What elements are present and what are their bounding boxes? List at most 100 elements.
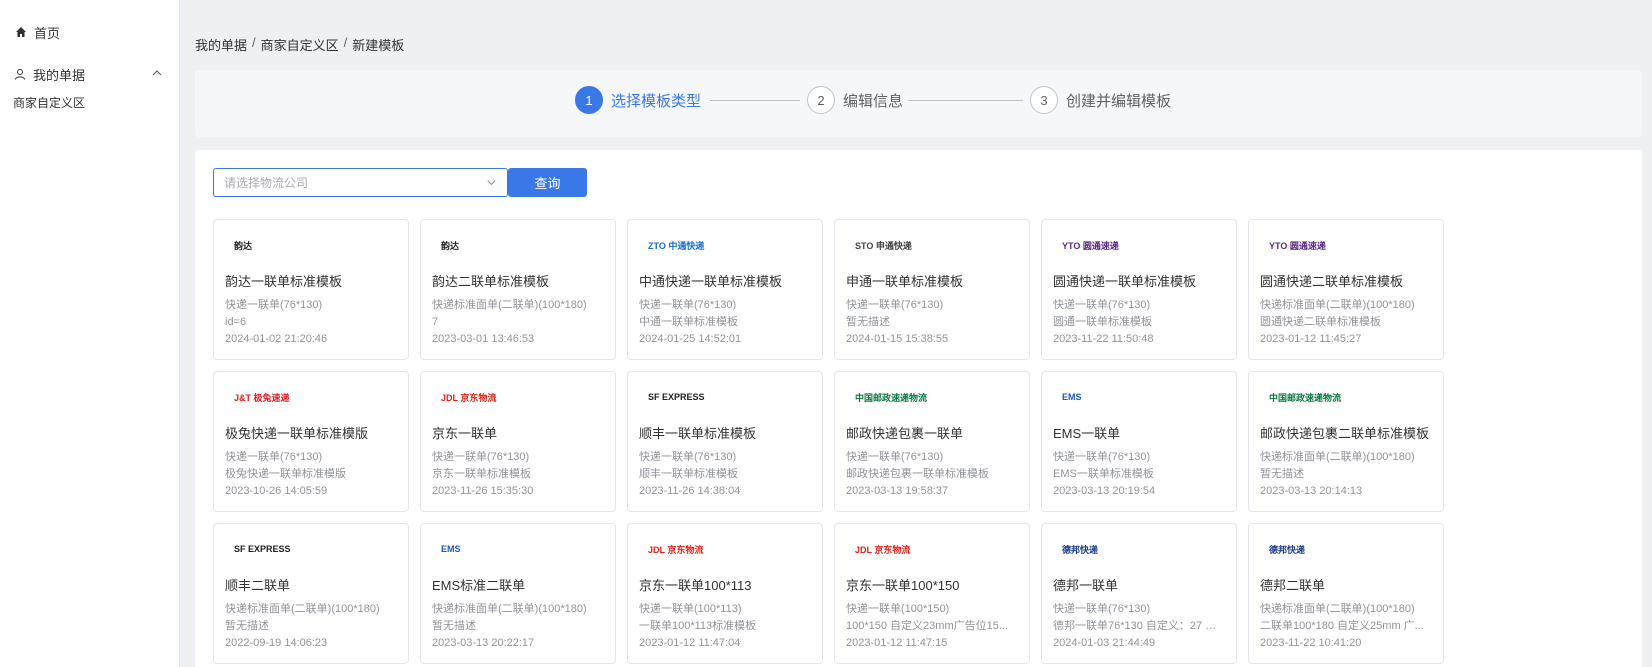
template-timestamp: 2023-03-13 20:22:17 (432, 637, 535, 649)
step-edit-info: 2 编辑信息 (807, 86, 903, 114)
template-title: 京东一联单 (432, 426, 498, 441)
template-timestamp: 2023-03-13 19:58:37 (846, 485, 949, 497)
template-title: 中通快递一联单标准模板 (639, 274, 783, 289)
template-paper-type: 快递一联单(76*130) (1053, 451, 1151, 463)
step-connector (710, 100, 800, 101)
template-title: 德邦一联单 (1053, 578, 1119, 593)
template-timestamp: 2023-03-13 20:14:13 (1260, 485, 1363, 497)
template-description: 7 (432, 316, 439, 328)
carrier-logo: ZTO 中通快递 (648, 240, 705, 251)
template-paper-type: 快递一联单(76*130) (846, 299, 944, 311)
template-paper-type: 快递标准面单(二联单)(100*180) (432, 299, 587, 311)
step-create-template: 3 创建并编辑模板 (1030, 86, 1171, 114)
template-paper-type: 快递一联单(76*130) (639, 451, 737, 463)
template-description: 暂无描述 (225, 620, 269, 632)
template-timestamp: 2023-11-22 11:50:48 (1053, 333, 1154, 345)
template-paper-type: 快递标准面单(二联单)(100*180) (432, 603, 587, 615)
template-card[interactable]: JDL 京东物流 京东一联单100*150 快递一联单(100*150) 100… (834, 523, 1030, 664)
template-card[interactable]: STO 申通快递 申通一联单标准模板 快递一联单(76*130) 暂无描述 20… (834, 219, 1030, 360)
breadcrumb-separator: / (252, 35, 256, 50)
chevron-up-icon[interactable] (151, 67, 163, 82)
step-number: 1 (575, 86, 603, 114)
carrier-logo: 韵达 (234, 240, 253, 251)
sidebar-item-merchant-custom[interactable]: 商家自定义区 (13, 94, 85, 111)
template-timestamp: 2023-11-26 15:35:30 (432, 485, 534, 497)
template-description: 京东一联单标准模板 (432, 468, 531, 480)
template-title: 圆通快递一联单标准模板 (1053, 274, 1197, 289)
template-title: 极兔快递一联单标准模版 (225, 426, 369, 441)
breadcrumb-current: 新建模板 (352, 38, 405, 53)
carrier-logo: SF EXPRESS (648, 392, 705, 402)
template-description: 暂无描述 (432, 620, 476, 632)
carrier-logo: 德邦快递 (1269, 544, 1306, 555)
template-timestamp: 2023-01-12 11:45:27 (1260, 333, 1362, 345)
template-title: 顺丰二联单 (225, 578, 291, 593)
template-panel: 请选择物流公司 查询 韵达 韵达一联单标准模板 快递一联单(76*130) id… (195, 150, 1642, 667)
carrier-logo: YTO 圆通速递 (1062, 240, 1119, 251)
template-description: 圆通一联单标准模板 (1053, 316, 1152, 328)
template-card[interactable]: J&T 极兔速递 极兔快递一联单标准模版 快递一联单(76*130) 极兔快递一… (213, 371, 409, 512)
template-timestamp: 2024-01-02 21:20:46 (225, 333, 328, 345)
template-card[interactable]: 德邦快递 德邦二联单 快递标准面单(二联单)(100*180) 二联单100*1… (1248, 523, 1444, 664)
template-card[interactable]: EMS EMS标准二联单 快递标准面单(二联单)(100*180) 暂无描述 2… (420, 523, 616, 664)
template-title: 韵达二联单标准模板 (432, 274, 550, 289)
logistics-company-select[interactable]: 请选择物流公司 (213, 168, 508, 197)
sidebar-item-label: 首页 (34, 25, 61, 41)
template-description: 一联单100*113标准模板 (639, 620, 757, 632)
template-timestamp: 2023-11-22 10:41:20 (1260, 637, 1362, 649)
template-timestamp: 2023-10-26 14:05:59 (225, 485, 328, 497)
template-description: 邮政快递包裹一联单标准模板 (846, 468, 989, 480)
template-title: 顺丰一联单标准模板 (639, 426, 757, 441)
template-card[interactable]: JDL 京东物流 京东一联单 快递一联单(76*130) 京东一联单标准模板 2… (420, 371, 616, 512)
query-button[interactable]: 查询 (508, 168, 587, 197)
template-card[interactable]: SF EXPRESS 顺丰一联单标准模板 快递一联单(76*130) 顺丰一联单… (627, 371, 823, 512)
step-select-template-type: 1 选择模板类型 (575, 86, 701, 114)
template-card[interactable]: 韵达 韵达二联单标准模板 快递标准面单(二联单)(100*180) 7 2023… (420, 219, 616, 360)
carrier-logo: EMS (1062, 392, 1082, 402)
template-card[interactable]: ZTO 中通快递 中通快递一联单标准模板 快递一联单(76*130) 中通一联单… (627, 219, 823, 360)
template-card[interactable]: 韵达 韵达一联单标准模板 快递一联单(76*130) id=6 2024-01-… (213, 219, 409, 360)
template-title: 邮政快递包裹一联单 (846, 426, 964, 441)
template-description: 极兔快递一联单标准模版 (225, 468, 346, 480)
template-card[interactable]: 中国邮政速递物流 邮政快递包裹一联单 快递一联单(76*130) 邮政快递包裹一… (834, 371, 1030, 512)
template-title: EMS一联单 (1053, 426, 1121, 441)
sidebar-item-home[interactable]: 首页 (14, 22, 60, 42)
template-title: 邮政快递包裹二联单标准模板 (1260, 426, 1430, 441)
template-card[interactable]: YTO 圆通速递 圆通快递一联单标准模板 快递一联单(76*130) 圆通一联单… (1041, 219, 1237, 360)
template-card[interactable]: 中国邮政速递物流 邮政快递包裹二联单标准模板 快递标准面单(二联单)(100*1… (1248, 371, 1444, 512)
template-paper-type: 快递标准面单(二联单)(100*180) (225, 603, 380, 615)
template-grid: 韵达 韵达一联单标准模板 快递一联单(76*130) id=6 2024-01-… (213, 219, 1444, 664)
template-description: 中通一联单标准模板 (639, 316, 738, 328)
template-title: 申通一联单标准模板 (846, 274, 964, 289)
breadcrumb-item[interactable]: 商家自定义区 (261, 35, 339, 54)
step-number: 2 (807, 86, 835, 114)
carrier-logo: 德邦快递 (1062, 544, 1099, 555)
sidebar: 首页 我的单据 商家自定义区 (0, 0, 180, 667)
select-placeholder: 请选择物流公司 (224, 176, 309, 190)
sidebar-item-my-bills[interactable]: 我的单据 (13, 64, 163, 84)
breadcrumb-item[interactable]: 我的单据 (195, 35, 247, 54)
template-description: 二联单100*180 自定义25mm 广... (1260, 620, 1424, 632)
template-timestamp: 2023-11-26 14:38:04 (639, 485, 741, 497)
template-card[interactable]: JDL 京东物流 京东一联单100*113 快递一联单(100*113) 一联单… (627, 523, 823, 664)
carrier-logo: YTO 圆通速递 (1269, 240, 1326, 251)
template-description: 100*150 自定义23mm广告位15... (846, 620, 1009, 632)
template-description: EMS一联单标准模板 (1053, 468, 1154, 480)
template-timestamp: 2023-03-13 20:19:54 (1053, 485, 1156, 497)
template-paper-type: 快递标准面单(二联单)(100*180) (1260, 299, 1415, 311)
template-description: id=6 (225, 316, 247, 328)
user-icon (13, 67, 27, 81)
template-timestamp: 2022-09-19 14:06:23 (225, 637, 328, 649)
template-title: 德邦二联单 (1260, 578, 1326, 593)
template-card[interactable]: 德邦快递 德邦一联单 快递一联单(76*130) 德邦一联单76*130 自定义… (1041, 523, 1237, 664)
step-label: 编辑信息 (843, 92, 904, 110)
template-card[interactable]: EMS EMS一联单 快递一联单(76*130) EMS一联单标准模板 2023… (1041, 371, 1237, 512)
template-card[interactable]: SF EXPRESS 顺丰二联单 快递标准面单(二联单)(100*180) 暂无… (213, 523, 409, 664)
template-paper-type: 快递标准面单(二联单)(100*180) (1260, 451, 1415, 463)
template-card[interactable]: YTO 圆通速递 圆通快递二联单标准模板 快递标准面单(二联单)(100*180… (1248, 219, 1444, 360)
template-paper-type: 快递一联单(76*130) (1053, 299, 1151, 311)
template-paper-type: 快递一联单(100*150) (846, 603, 950, 615)
template-description: 暂无描述 (1260, 468, 1304, 480)
step-connector (908, 100, 1023, 101)
home-icon (14, 25, 28, 39)
